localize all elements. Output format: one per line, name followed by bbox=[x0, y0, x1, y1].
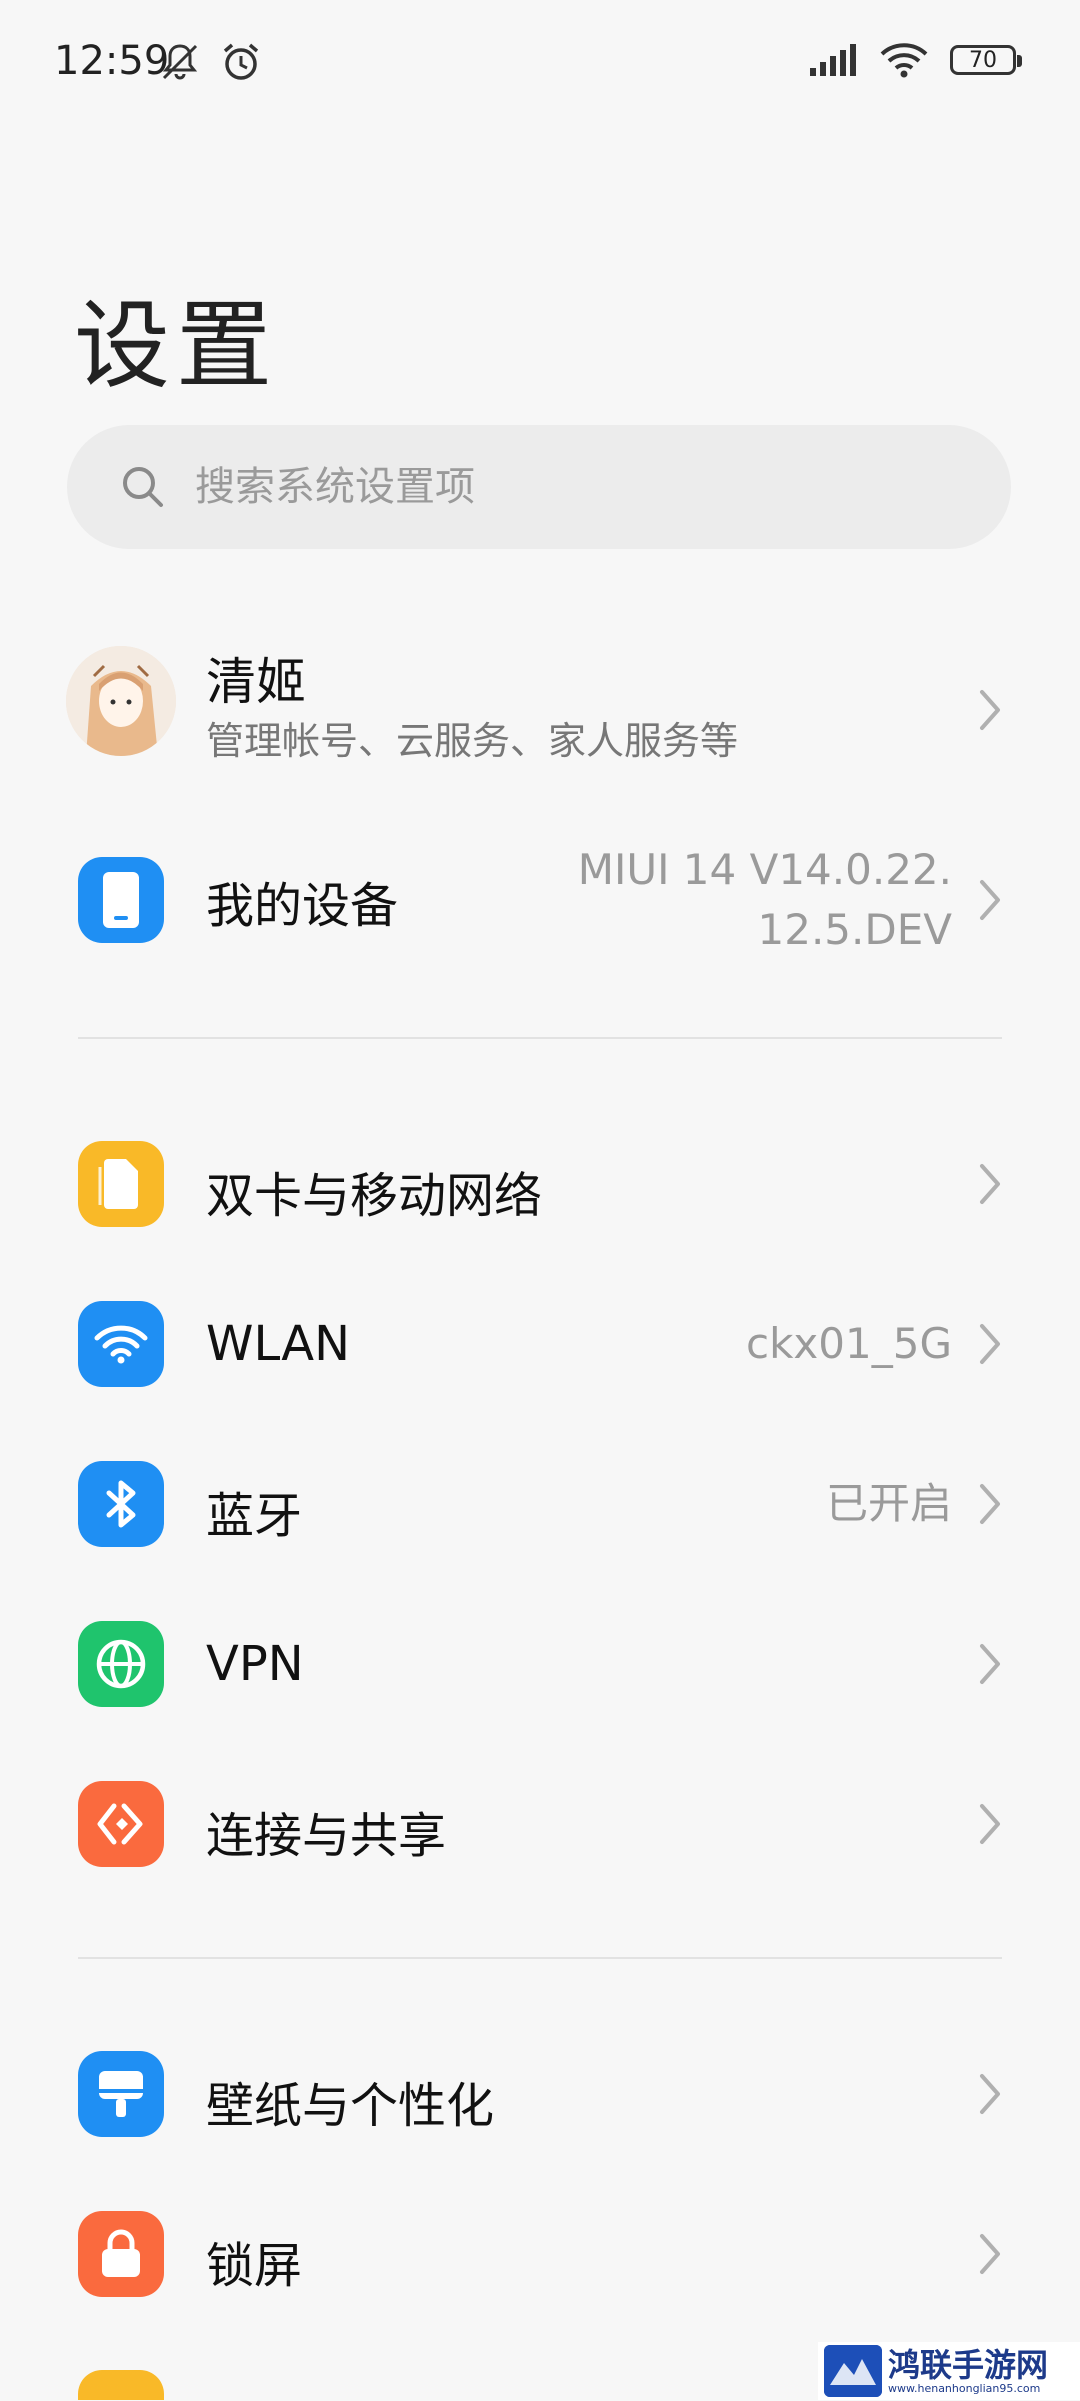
status-time: 12:59 bbox=[54, 38, 170, 84]
item-label: 锁屏 bbox=[206, 2238, 303, 2294]
watermark-title: 鸿联手游网 bbox=[888, 2345, 1049, 2384]
alarm-icon bbox=[223, 43, 259, 80]
settings-item-bluetooth[interactable]: 蓝牙 已开启 bbox=[0, 1424, 1080, 1584]
settings-item-vpn[interactable]: VPN bbox=[0, 1584, 1080, 1744]
connection-share-icon bbox=[78, 1781, 164, 1867]
battery-level: 70 bbox=[969, 47, 997, 73]
chevron-right-icon bbox=[980, 1804, 1000, 1844]
chevron-right-icon bbox=[980, 880, 1000, 920]
chevron-right-icon bbox=[980, 1164, 1000, 1204]
chevron-right-icon bbox=[980, 2234, 1000, 2274]
chevron-right-icon bbox=[980, 1484, 1000, 1524]
search-input[interactable] bbox=[193, 463, 957, 511]
wallpaper-icon bbox=[78, 2051, 164, 2137]
chevron-right-icon bbox=[980, 2074, 1000, 2114]
settings-item-wlan[interactable]: WLAN ckx01_5G bbox=[0, 1264, 1080, 1424]
account-subtitle: 管理帐号、云服务、家人服务等 bbox=[206, 719, 739, 763]
bluetooth-icon bbox=[78, 1461, 164, 1547]
account-name: 清姬 bbox=[206, 653, 306, 711]
search-bar[interactable] bbox=[67, 425, 1011, 549]
item-label: 蓝牙 bbox=[206, 1488, 303, 1544]
settings-item-sim[interactable]: 双卡与移动网络 bbox=[0, 1104, 1080, 1264]
item-value: ckx01_5G bbox=[746, 1319, 952, 1368]
version-line-1: MIUI 14 V14.0.22. bbox=[577, 845, 952, 894]
next-item-icon-partial bbox=[78, 2370, 164, 2400]
search-icon bbox=[123, 467, 163, 507]
phone-icon bbox=[78, 857, 164, 943]
chevron-right-icon bbox=[980, 1324, 1000, 1364]
item-label: 连接与共享 bbox=[206, 1808, 447, 1864]
section-divider bbox=[78, 1037, 1002, 1039]
item-label: 双卡与移动网络 bbox=[206, 1168, 543, 1224]
wifi-icon bbox=[78, 1301, 164, 1387]
watermark: 鸿联手游网 www.henanhonglian95.com bbox=[818, 2342, 1080, 2400]
chevron-right-icon bbox=[980, 690, 1000, 730]
page-title: 设置 bbox=[74, 290, 278, 402]
item-value: 已开启 bbox=[825, 1479, 952, 1528]
battery-indicator: 70 bbox=[950, 45, 1022, 75]
my-device-label: 我的设备 bbox=[206, 878, 399, 934]
my-device-version: MIUI 14 V14.0.22. 12.5.DEV bbox=[578, 840, 952, 960]
settings-item-wallpaper[interactable]: 壁纸与个性化 bbox=[0, 2014, 1080, 2174]
settings-item-connection-sharing[interactable]: 连接与共享 bbox=[0, 1744, 1080, 1904]
settings-item-lock-screen[interactable]: 锁屏 bbox=[0, 2174, 1080, 2334]
status-bar: 12:59 70 bbox=[0, 0, 1080, 120]
item-label: WLAN bbox=[206, 1316, 351, 1372]
my-device-row[interactable]: 我的设备 MIUI 14 V14.0.22. 12.5.DEV bbox=[0, 820, 1080, 980]
sim-card-icon bbox=[78, 1141, 164, 1227]
chevron-right-icon bbox=[980, 1644, 1000, 1684]
watermark-logo bbox=[824, 2345, 882, 2397]
signal-icon bbox=[810, 44, 856, 76]
avatar bbox=[66, 646, 176, 756]
item-label: VPN bbox=[206, 1636, 304, 1692]
section-divider bbox=[78, 1957, 1002, 1959]
version-line-2: 12.5.DEV bbox=[757, 905, 952, 954]
globe-icon bbox=[78, 1621, 164, 1707]
lock-icon bbox=[78, 2211, 164, 2297]
mute-icon bbox=[162, 44, 198, 80]
watermark-url: www.henanhonglian95.com bbox=[888, 2381, 1041, 2395]
item-label: 壁纸与个性化 bbox=[206, 2078, 495, 2134]
wifi-status-icon bbox=[880, 43, 928, 78]
